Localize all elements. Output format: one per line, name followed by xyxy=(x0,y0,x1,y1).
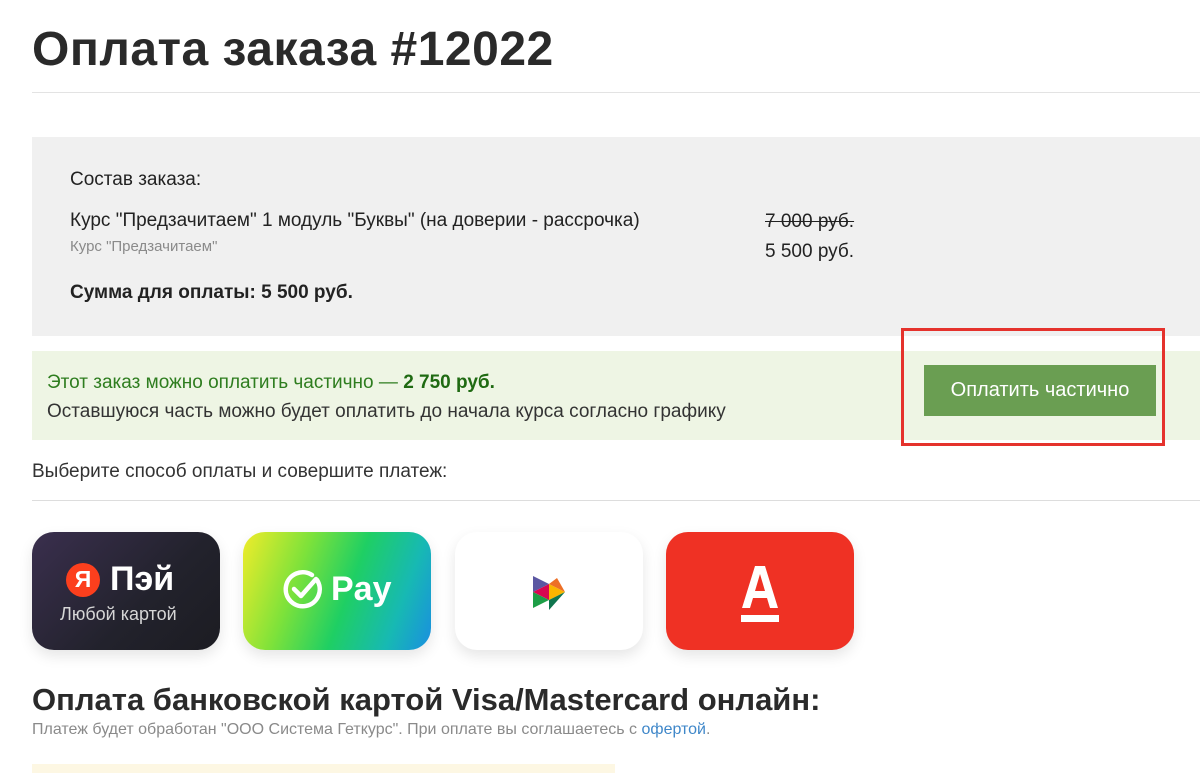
order-summary: Состав заказа: Курс "Предзачитаем" 1 мод… xyxy=(32,137,1200,336)
order-heading: Состав заказа: xyxy=(70,169,202,190)
yandex-logo-letter: Я xyxy=(66,562,100,597)
sber-pay-icon: Pay xyxy=(283,569,392,609)
card-payment-note: Платеж будет обработан "ООО Система Гетк… xyxy=(32,721,710,739)
partial-payment-text: Этот заказ можно оплатить частично — xyxy=(47,372,404,393)
payment-page: Оплата заказа #12022 Состав заказа: Курс… xyxy=(0,0,1200,773)
card-payment-heading: Оплата банковской картой Visa/Mastercard… xyxy=(32,682,821,717)
sber-check-icon xyxy=(283,570,322,609)
order-item-name: Курс "Предзачитаем" 1 модуль "Буквы" (на… xyxy=(70,210,640,231)
alfa-bank-icon xyxy=(741,566,779,622)
title-divider xyxy=(32,92,1200,93)
card-payment-note-text: Платеж будет обработан "ООО Система Гетк… xyxy=(32,721,642,738)
partial-payment-info: Этот заказ можно оплатить частично — 2 7… xyxy=(47,372,495,394)
sber-pay-text: Pay xyxy=(331,569,392,608)
offer-link[interactable]: офертой xyxy=(642,721,707,738)
partial-payment-amount: 2 750 руб. xyxy=(403,372,495,393)
card-form-top xyxy=(32,764,615,773)
payment-method-prompt: Выберите способ оплаты и совершите плате… xyxy=(32,461,448,482)
payment-method-yandex-pay[interactable]: Я Пэй Любой картой xyxy=(32,532,220,650)
order-item-subtitle: Курс "Предзачитаем" xyxy=(70,238,218,255)
card-payment-note-end: . xyxy=(706,721,711,738)
payment-divider xyxy=(32,500,1200,501)
order-item-price: 5 500 руб. xyxy=(765,241,855,262)
yandex-pay-icon: Я Пэй xyxy=(66,560,174,599)
payment-method-alfa-bank[interactable] xyxy=(666,532,854,650)
order-total: Сумма для оплаты: 5 500 руб. xyxy=(70,282,353,303)
partial-payment-schedule-note: Оставшуюся часть можно будет оплатить до… xyxy=(47,401,726,422)
page-title: Оплата заказа #12022 xyxy=(32,23,554,76)
yandex-logo-text: Пэй xyxy=(110,560,175,598)
payment-method-sbp[interactable] xyxy=(455,532,643,650)
order-item-old-price: 7 000 руб. xyxy=(765,211,855,232)
payment-method-sber-pay[interactable]: Pay xyxy=(243,532,431,650)
yandex-pay-subtitle: Любой картой xyxy=(60,604,177,624)
pay-partially-button[interactable]: Оплатить частично xyxy=(924,365,1156,416)
sbp-icon xyxy=(533,576,565,610)
